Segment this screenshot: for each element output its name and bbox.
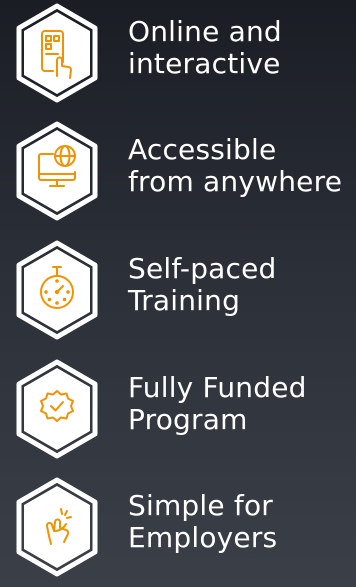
feature-title-line2: Training <box>128 284 241 317</box>
hexagon-badge <box>16 240 98 340</box>
feature-title-line2: interactive <box>128 47 281 80</box>
feature-list: Online and interactive Accessible from a… <box>0 0 356 587</box>
hexagon-badge <box>16 121 98 221</box>
feature-item-self-paced: Self-paced Training <box>0 237 356 347</box>
feature-title-line1: Self-paced <box>128 252 277 285</box>
hexagon-badge <box>16 359 98 459</box>
feature-label: Self-paced Training <box>128 253 356 317</box>
feature-title-line1: Fully Funded <box>128 371 307 404</box>
feature-item-employers: Simple for Employers <box>0 474 356 584</box>
feature-label: Fully Funded Program <box>128 372 356 436</box>
feature-item-accessible: Accessible from anywhere <box>0 118 356 228</box>
feature-label: Accessible from anywhere <box>128 134 356 198</box>
hexagon-badge <box>16 3 98 103</box>
feature-title-line1: Simple for <box>128 489 274 522</box>
feature-title-line1: Online and <box>128 15 282 48</box>
feature-title-line2: Employers <box>128 521 278 554</box>
feature-title-line1: Accessible <box>128 133 277 166</box>
feature-label: Simple for Employers <box>128 490 356 554</box>
feature-label: Online and interactive <box>128 16 356 80</box>
feature-item-funded: Fully Funded Program <box>0 356 356 466</box>
feature-item-online: Online and interactive <box>0 0 356 110</box>
hexagon-badge <box>16 477 98 577</box>
feature-title-line2: Program <box>128 403 248 436</box>
feature-title-line2: from anywhere <box>128 165 343 198</box>
